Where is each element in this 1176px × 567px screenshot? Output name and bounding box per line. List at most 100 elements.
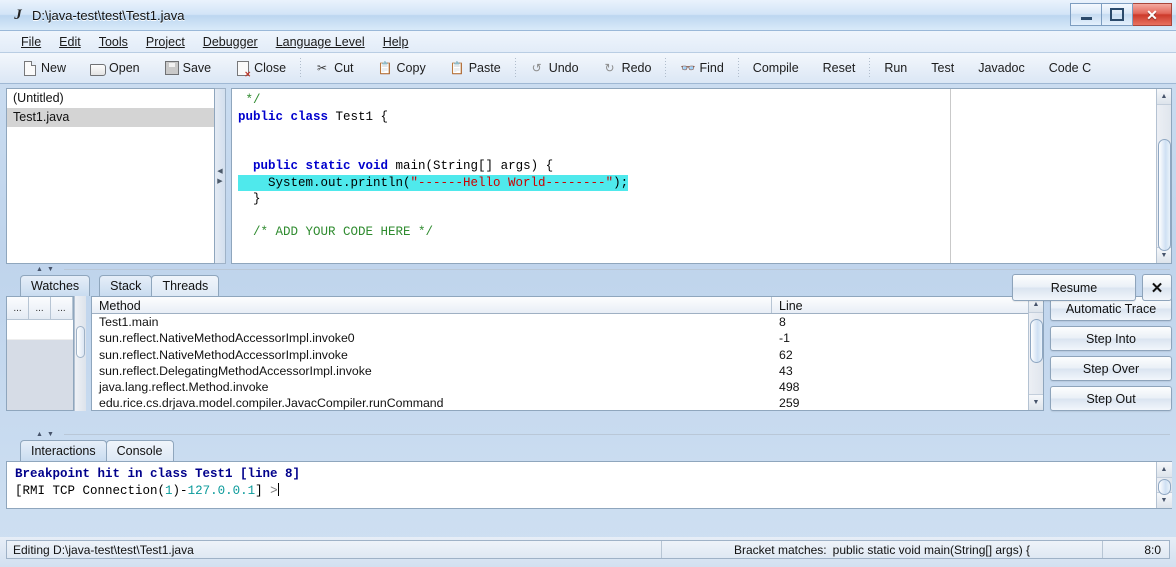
- stack-table-panel: Method Line Test1.main 8 sun.reflect.Nati…: [91, 296, 1044, 411]
- toolbar-paste-button[interactable]: 📋 Paste: [438, 56, 513, 80]
- table-row[interactable]: sun.reflect.NativeMethodAccessorImpl.inv…: [92, 347, 1028, 363]
- divider-up-icon[interactable]: ▲: [36, 266, 43, 273]
- toolbar-redo-button[interactable]: ↻ Redo: [591, 56, 664, 80]
- toolbar-copy-button[interactable]: 📋 Copy: [366, 56, 438, 80]
- scrollbar-thumb[interactable]: [1157, 139, 1171, 251]
- code-token: "------Hello World--------": [410, 175, 614, 190]
- toolbar-run-button[interactable]: Run: [872, 56, 919, 80]
- scroll-up-icon[interactable]: ▲: [1156, 89, 1171, 105]
- step-out-button[interactable]: Step Out: [1050, 386, 1172, 411]
- toolbar-run-label: Run: [884, 61, 908, 75]
- toolbar-undo-button[interactable]: ↺ Undo: [518, 56, 591, 80]
- scroll-down-icon[interactable]: ▼: [1028, 394, 1043, 410]
- interactions-tabs: Interactions Console: [6, 439, 1172, 461]
- watches-col-name[interactable]: ...: [7, 297, 29, 319]
- toolbar-cut-button[interactable]: ✂ Cut: [303, 56, 365, 80]
- divider-track: [63, 433, 1170, 435]
- copy-icon: 📋: [377, 61, 393, 75]
- toolbar-paste-label: Paste: [468, 61, 501, 75]
- tab-interactions[interactable]: Interactions: [20, 440, 107, 461]
- step-into-button[interactable]: Step Into: [1050, 326, 1172, 351]
- divider-up-icon[interactable]: ▲: [36, 431, 43, 438]
- scrollbar-track[interactable]: [1156, 105, 1171, 251]
- toolbar-separator: [665, 58, 667, 78]
- watches-col-type[interactable]: ...: [51, 297, 73, 319]
- interactions-output[interactable]: Breakpoint hit in class Test1 [line 8] […: [7, 462, 1156, 508]
- close-icon: ✕: [1150, 279, 1164, 297]
- menu-file-label: File: [21, 34, 42, 49]
- maximize-icon: [1110, 8, 1124, 21]
- menu-edit[interactable]: Edit: [50, 34, 90, 50]
- tab-threads[interactable]: Threads: [151, 275, 220, 296]
- cell-line: -1: [779, 331, 790, 346]
- toolbar-close-button[interactable]: Close: [223, 56, 298, 80]
- toolbar-compile-button[interactable]: Compile: [741, 56, 811, 80]
- scrollbar-thumb[interactable]: [1157, 479, 1171, 495]
- stack-table: Method Line Test1.main 8 sun.reflect.Nati…: [92, 297, 1028, 410]
- right-margin-guide: [950, 89, 951, 263]
- editor-vertical-scrollbar[interactable]: ▲ ▼: [1156, 89, 1171, 263]
- debugger-close-button[interactable]: ✕: [1142, 274, 1172, 301]
- scroll-up-icon[interactable]: ▲: [1156, 462, 1172, 478]
- close-button[interactable]: ✕: [1133, 3, 1172, 26]
- toolbar-find-button[interactable]: 👓 Find: [668, 56, 735, 80]
- maximize-button[interactable]: [1102, 3, 1133, 26]
- column-header-line[interactable]: Line: [772, 297, 1028, 313]
- watches-empty-row[interactable]: [7, 320, 73, 340]
- debugger-interactions-divider[interactable]: ▲ ▼: [0, 429, 1176, 439]
- tab-stack[interactable]: Stack: [99, 275, 153, 296]
- status-bracket-match: Bracket matches: public static void main…: [662, 541, 1103, 558]
- toolbar-redo-label: Redo: [621, 61, 652, 75]
- code-line: /* ADD YOUR CODE HERE */: [238, 224, 1156, 241]
- scrollbar-track[interactable]: [1028, 313, 1043, 394]
- resume-button[interactable]: Resume: [1012, 274, 1136, 301]
- toolbar-code-coverage-button[interactable]: Code C: [1037, 56, 1103, 80]
- minimize-button[interactable]: [1070, 3, 1102, 26]
- menu-project[interactable]: Project: [137, 34, 194, 50]
- toolbar-test-button[interactable]: Test: [919, 56, 966, 80]
- scrollbar-track[interactable]: [1156, 478, 1172, 495]
- split-pane-collapse-handle[interactable]: ◀ ▶: [215, 88, 226, 264]
- editor-debugger-divider[interactable]: ▲ ▼: [0, 264, 1176, 274]
- toolbar-reset-button[interactable]: Reset: [811, 56, 868, 80]
- tab-console[interactable]: Console: [105, 440, 174, 461]
- tab-watches[interactable]: Watches: [20, 275, 91, 296]
- divider-down-icon[interactable]: ▼: [47, 266, 54, 273]
- watches-scrollbar[interactable]: [74, 296, 86, 411]
- table-row[interactable]: java.lang.reflect.Method.invoke 498: [92, 379, 1028, 395]
- watches-table: ... ... ...: [6, 296, 74, 411]
- scrollbar-thumb[interactable]: [1029, 319, 1043, 363]
- watches-col-value[interactable]: ...: [29, 297, 51, 319]
- toolbar-javadoc-button[interactable]: Javadoc: [966, 56, 1037, 80]
- menu-help[interactable]: Help: [374, 34, 418, 50]
- code-token: */: [238, 93, 261, 107]
- toolbar-save-button[interactable]: Save: [152, 56, 224, 80]
- toolbar-new-button[interactable]: New: [10, 56, 78, 80]
- table-row[interactable]: Test1.main 8: [92, 314, 1028, 330]
- list-item[interactable]: (Untitled): [7, 89, 214, 108]
- toolbar-open-button[interactable]: Open: [78, 56, 152, 80]
- table-row[interactable]: edu.rice.cs.drjava.model.compiler.JavacC…: [92, 395, 1028, 410]
- menu-tools[interactable]: Tools: [90, 34, 137, 50]
- interactions-vertical-scrollbar[interactable]: ▲ ▼: [1156, 462, 1172, 508]
- list-item[interactable]: Test1.java: [7, 108, 214, 127]
- table-row[interactable]: sun.reflect.DelegatingMethodAccessorImpl…: [92, 363, 1028, 379]
- menu-debugger[interactable]: Debugger: [194, 34, 267, 50]
- step-over-button[interactable]: Step Over: [1050, 356, 1172, 381]
- stack-vertical-scrollbar[interactable]: ▲ ▼: [1028, 297, 1043, 410]
- cell-method: sun.reflect.NativeMethodAccessorImpl.inv…: [99, 347, 348, 362]
- menu-language-level[interactable]: Language Level: [267, 34, 374, 50]
- text-caret: [277, 483, 279, 496]
- debugger-tabs: Watches Stack Threads: [6, 274, 1172, 296]
- status-caret-position: 8:0: [1144, 542, 1161, 557]
- divider-down-icon[interactable]: ▼: [47, 431, 54, 438]
- chevron-left-icon: ◀: [217, 168, 223, 175]
- menu-file[interactable]: File: [12, 34, 50, 50]
- scrollbar-thumb[interactable]: [76, 326, 85, 358]
- code-editor[interactable]: */ public class Test1 { public static vo…: [232, 89, 1156, 263]
- column-header-method[interactable]: Method: [92, 297, 772, 313]
- table-row[interactable]: sun.reflect.NativeMethodAccessorImpl.inv…: [92, 330, 1028, 346]
- chevron-right-icon: ▶: [217, 178, 223, 185]
